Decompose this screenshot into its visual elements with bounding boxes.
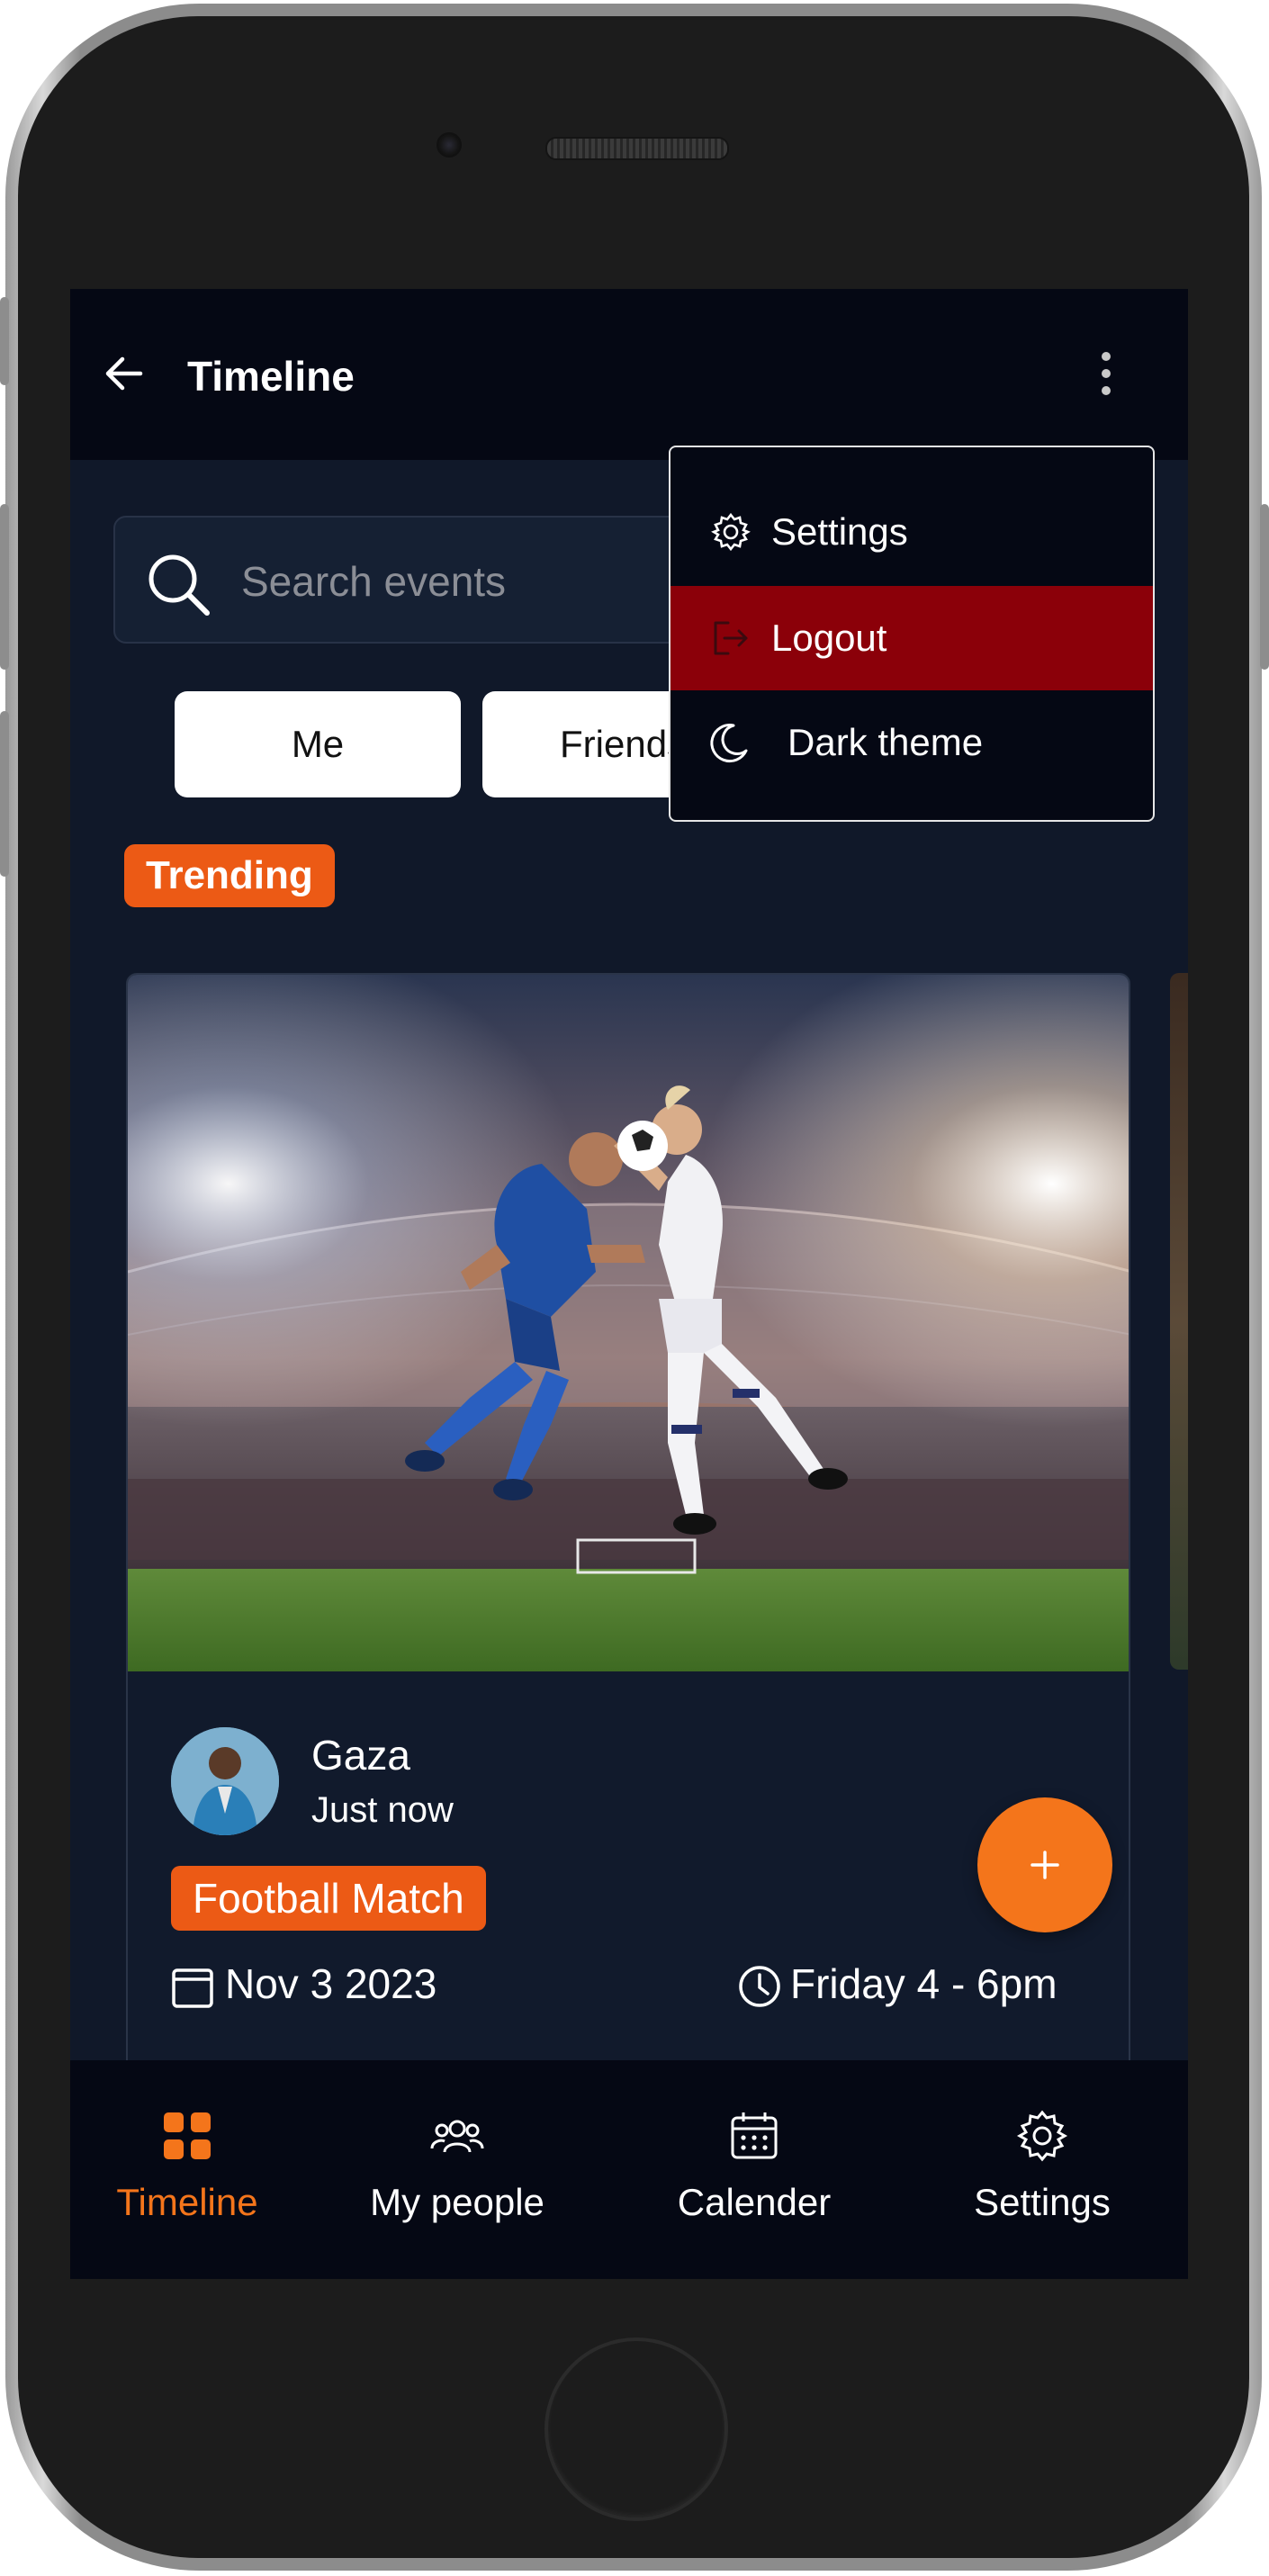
front-camera: [436, 132, 462, 158]
app-bar: Timeline: [70, 289, 1188, 460]
gear-icon: [1016, 2110, 1068, 2162]
event-time: Friday 4 - 6pm: [790, 1960, 1058, 2007]
mute-switch: [0, 297, 9, 385]
menu-item-label: Settings: [771, 510, 908, 553]
search-icon: [148, 554, 210, 616]
next-card-peek[interactable]: [1170, 973, 1188, 1670]
calendar-icon: [172, 1968, 213, 2008]
grid-icon: [164, 2112, 211, 2159]
page-title: Timeline: [187, 353, 355, 400]
trending-label: Trending: [146, 853, 313, 897]
people-icon: [430, 2120, 484, 2153]
moon-icon: [710, 724, 748, 763]
nav-label: My people: [370, 2181, 544, 2223]
event-category-badge: Football Match: [171, 1866, 486, 1931]
menu-item-logout[interactable]: Logout: [670, 586, 1153, 690]
app-screen: Timeline Me Friends Trending: [70, 289, 1188, 2279]
filter-chip-me[interactable]: Me: [175, 691, 461, 797]
trending-badge: Trending: [124, 844, 335, 907]
event-category-label: Football Match: [193, 1875, 464, 1922]
menu-item-dark-theme[interactable]: Dark theme: [670, 690, 1153, 795]
filter-chip-label: Friends: [560, 723, 687, 765]
home-button[interactable]: [544, 2337, 728, 2521]
event-date: Nov 3 2023: [225, 1960, 437, 2007]
bottom-nav: Timeline My people Calender Settings: [70, 2060, 1188, 2279]
menu-item-settings[interactable]: Settings: [670, 480, 1153, 584]
user-avatar-image: [171, 1727, 279, 1835]
overflow-menu: Settings Logout Dark theme: [669, 446, 1155, 822]
plus-icon: [1030, 1851, 1059, 1879]
menu-item-label: Dark theme: [788, 721, 984, 763]
user-name[interactable]: Gaza: [311, 1731, 410, 1779]
volume-up-button: [0, 504, 9, 670]
gear-icon: [711, 512, 751, 552]
avatar[interactable]: [171, 1727, 279, 1835]
event-image: [128, 975, 1129, 1671]
filter-chip-label: Me: [291, 723, 345, 765]
add-event-button[interactable]: [977, 1797, 1112, 1932]
back-arrow-icon[interactable]: [101, 350, 148, 397]
menu-item-label: Logout: [771, 617, 887, 659]
clock-icon: [739, 1966, 780, 2007]
nav-item-timeline[interactable]: Timeline: [70, 2060, 304, 2279]
earpiece-speaker: [545, 137, 729, 160]
volume-down-button: [0, 711, 9, 877]
nav-label: Calender: [677, 2181, 832, 2223]
nav-item-settings[interactable]: Settings: [898, 2060, 1188, 2279]
logout-icon: [714, 621, 748, 655]
post-time: Just now: [311, 1790, 454, 1830]
search-bar[interactable]: [113, 516, 725, 644]
nav-label: Timeline: [116, 2181, 258, 2223]
nav-item-calender[interactable]: Calender: [610, 2060, 898, 2279]
power-button: [1260, 504, 1269, 670]
search-input[interactable]: [239, 554, 693, 609]
nav-label: Settings: [974, 2181, 1111, 2223]
more-vertical-icon[interactable]: [1093, 348, 1120, 399]
calendar-icon: [731, 2112, 778, 2159]
nav-item-my-people[interactable]: My people: [304, 2060, 610, 2279]
